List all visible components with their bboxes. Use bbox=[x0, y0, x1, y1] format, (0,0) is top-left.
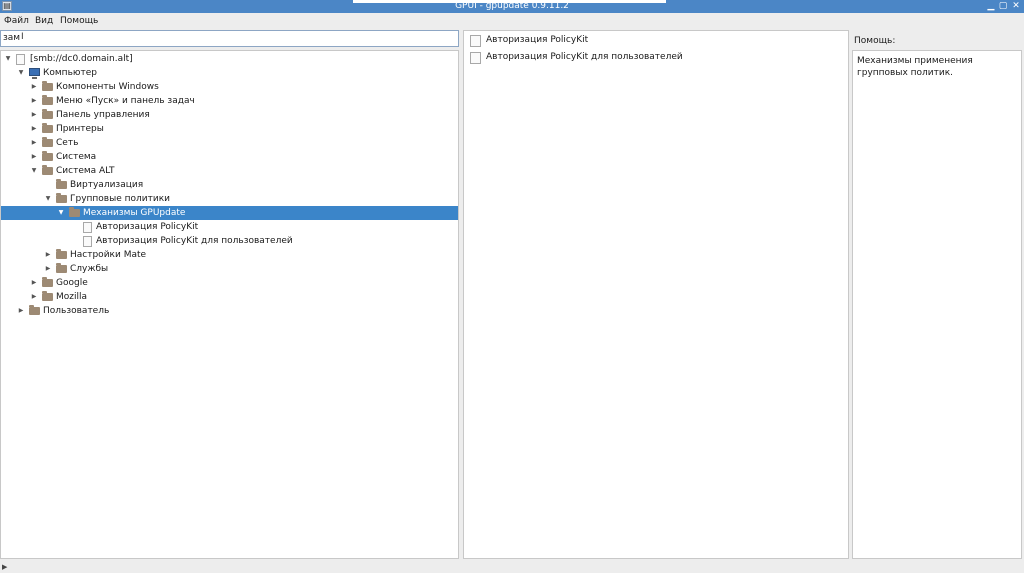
collapsed-arrow-icon[interactable]: ▶ bbox=[30, 122, 38, 136]
tree-item-group-policies[interactable]: ▼ Групповые политики bbox=[1, 192, 458, 206]
folder-icon bbox=[42, 277, 53, 287]
collapsed-arrow-icon[interactable]: ▶ bbox=[30, 136, 38, 150]
tree-item-start-menu[interactable]: ▶ Меню «Пуск» и панель задач bbox=[1, 94, 458, 108]
tree-item-mozilla[interactable]: ▶ Mozilla bbox=[1, 290, 458, 304]
tree-label: Групповые политики bbox=[70, 194, 170, 204]
tree-item-gpupdate-mechanisms[interactable]: ▼ Механизмы GPUpdate bbox=[1, 206, 458, 220]
tree-item-policykit-auth-users[interactable]: Авторизация PolicyKit для пользователей bbox=[1, 234, 458, 248]
collapsed-arrow-icon[interactable]: ▶ bbox=[30, 108, 38, 122]
menubar: Файл Вид Помощь bbox=[0, 13, 1024, 30]
collapsed-arrow-icon[interactable]: ▶ bbox=[30, 276, 38, 290]
folder-icon bbox=[42, 123, 53, 133]
document-icon bbox=[470, 52, 481, 64]
search-value: зам bbox=[3, 33, 21, 43]
policy-list[interactable]: Авторизация PolicyKit Авторизация Policy… bbox=[463, 30, 849, 559]
computer-icon bbox=[29, 68, 40, 79]
tree-label: Авторизация PolicyKit для пользователей bbox=[96, 236, 293, 246]
title-notch bbox=[353, 0, 666, 3]
tree-label: Панель управления bbox=[56, 110, 150, 120]
tree-label: Система ALT bbox=[56, 166, 115, 176]
folder-icon bbox=[42, 291, 53, 301]
tree-item-system-alt[interactable]: ▼ Система ALT bbox=[1, 164, 458, 178]
help-title: Помощь: bbox=[854, 36, 896, 46]
folder-icon bbox=[42, 151, 53, 161]
tree-item-windows-components[interactable]: ▶ Компоненты Windows bbox=[1, 80, 458, 94]
tree-item-user[interactable]: ▶ Пользователь bbox=[1, 304, 458, 318]
document-icon bbox=[470, 35, 481, 47]
tree-label: Механизмы GPUpdate bbox=[83, 208, 186, 218]
expanded-arrow-icon[interactable]: ▼ bbox=[4, 52, 12, 66]
tree-label: Службы bbox=[70, 264, 109, 274]
folder-icon bbox=[69, 207, 80, 217]
collapsed-arrow-icon[interactable]: ▶ bbox=[44, 248, 52, 262]
folder-icon bbox=[42, 95, 53, 105]
folder-icon bbox=[56, 193, 67, 203]
list-item-label: Авторизация PolicyKit bbox=[486, 35, 589, 45]
tree-item-services[interactable]: ▶ Службы bbox=[1, 262, 458, 276]
tree-item-control-panel[interactable]: ▶ Панель управления bbox=[1, 108, 458, 122]
collapsed-arrow-icon[interactable]: ▶ bbox=[17, 304, 25, 318]
folder-icon bbox=[56, 249, 67, 259]
document-icon bbox=[83, 236, 92, 247]
maximize-icon[interactable]: ▢ bbox=[998, 1, 1008, 11]
expanded-arrow-icon[interactable]: ▼ bbox=[57, 206, 65, 220]
tree-item-computer[interactable]: ▼ Компьютер bbox=[1, 66, 458, 80]
tree-item-virtualization[interactable]: Виртуализация bbox=[1, 178, 458, 192]
search-input[interactable]: зам I bbox=[0, 30, 459, 47]
text-cursor-icon: I bbox=[21, 32, 24, 42]
minimize-icon[interactable]: ▁ bbox=[986, 1, 996, 11]
tree-label: Настройки Mate bbox=[70, 250, 147, 260]
tree-item-root[interactable]: ▼ [smb://dc0.domain.alt] bbox=[1, 52, 458, 66]
folder-icon bbox=[42, 81, 53, 91]
collapsed-arrow-icon[interactable]: ▶ bbox=[30, 94, 38, 108]
folder-icon bbox=[56, 179, 67, 189]
tree-item-network[interactable]: ▶ Сеть bbox=[1, 136, 458, 150]
expanded-arrow-icon[interactable]: ▼ bbox=[44, 192, 52, 206]
folder-icon bbox=[56, 263, 67, 273]
statusbar: ▶ bbox=[0, 561, 1024, 573]
folder-icon bbox=[29, 305, 40, 315]
tree-item-mate-settings[interactable]: ▶ Настройки Mate bbox=[1, 248, 458, 262]
tree-label: Меню «Пуск» и панель задач bbox=[56, 96, 195, 106]
help-text: Механизмы применения групповых политик. bbox=[857, 56, 973, 78]
tree-item-system[interactable]: ▶ Система bbox=[1, 150, 458, 164]
gpui-app-icon[interactable]: ▤ bbox=[2, 1, 12, 11]
window-titlebar[interactable]: ▤ GPUI - gpupdate 0.9.11.2 ▁ ▢ ✕ bbox=[0, 0, 1024, 13]
document-icon bbox=[16, 54, 25, 65]
folder-icon bbox=[42, 137, 53, 147]
menu-help[interactable]: Помощь bbox=[60, 15, 98, 28]
collapsed-arrow-icon[interactable]: ▶ bbox=[30, 150, 38, 164]
tree-label: Сеть bbox=[56, 138, 79, 148]
expanded-arrow-icon[interactable]: ▼ bbox=[30, 164, 38, 178]
close-icon[interactable]: ✕ bbox=[1011, 1, 1021, 11]
collapsed-arrow-icon[interactable]: ▶ bbox=[30, 290, 38, 304]
tree-label: Компоненты Windows bbox=[56, 82, 159, 92]
tree-label: Авторизация PolicyKit bbox=[96, 222, 199, 232]
tree-label: [smb://dc0.domain.alt] bbox=[30, 54, 133, 64]
folder-icon bbox=[42, 109, 53, 119]
tree-label: Компьютер bbox=[43, 68, 97, 78]
tree-label: Виртуализация bbox=[70, 180, 144, 190]
tree-label: Принтеры bbox=[56, 124, 104, 134]
tree-item-google[interactable]: ▶ Google bbox=[1, 276, 458, 290]
folder-icon bbox=[42, 165, 53, 175]
help-panel: Механизмы применения групповых политик. bbox=[852, 50, 1022, 559]
document-icon bbox=[83, 222, 92, 233]
tree-item-policykit-auth[interactable]: Авторизация PolicyKit bbox=[1, 220, 458, 234]
tree-label: Google bbox=[56, 278, 88, 288]
menu-view[interactable]: Вид bbox=[35, 15, 53, 28]
expanded-arrow-icon[interactable]: ▼ bbox=[17, 66, 25, 80]
tree-label: Система bbox=[56, 152, 97, 162]
policy-tree[interactable]: ▼ [smb://dc0.domain.alt] ▼ Компьютер ▶ К… bbox=[0, 50, 459, 559]
tree-label: Mozilla bbox=[56, 292, 88, 302]
tree-item-printers[interactable]: ▶ Принтеры bbox=[1, 122, 458, 136]
collapsed-arrow-icon[interactable]: ▶ bbox=[30, 80, 38, 94]
list-item-label: Авторизация PolicyKit для пользователей bbox=[486, 52, 683, 62]
tree-label: Пользователь bbox=[43, 306, 110, 316]
collapsed-arrow-icon[interactable]: ▶ bbox=[44, 262, 52, 276]
menu-file[interactable]: Файл bbox=[4, 15, 29, 28]
expand-arrow-icon[interactable]: ▶ bbox=[2, 563, 7, 571]
